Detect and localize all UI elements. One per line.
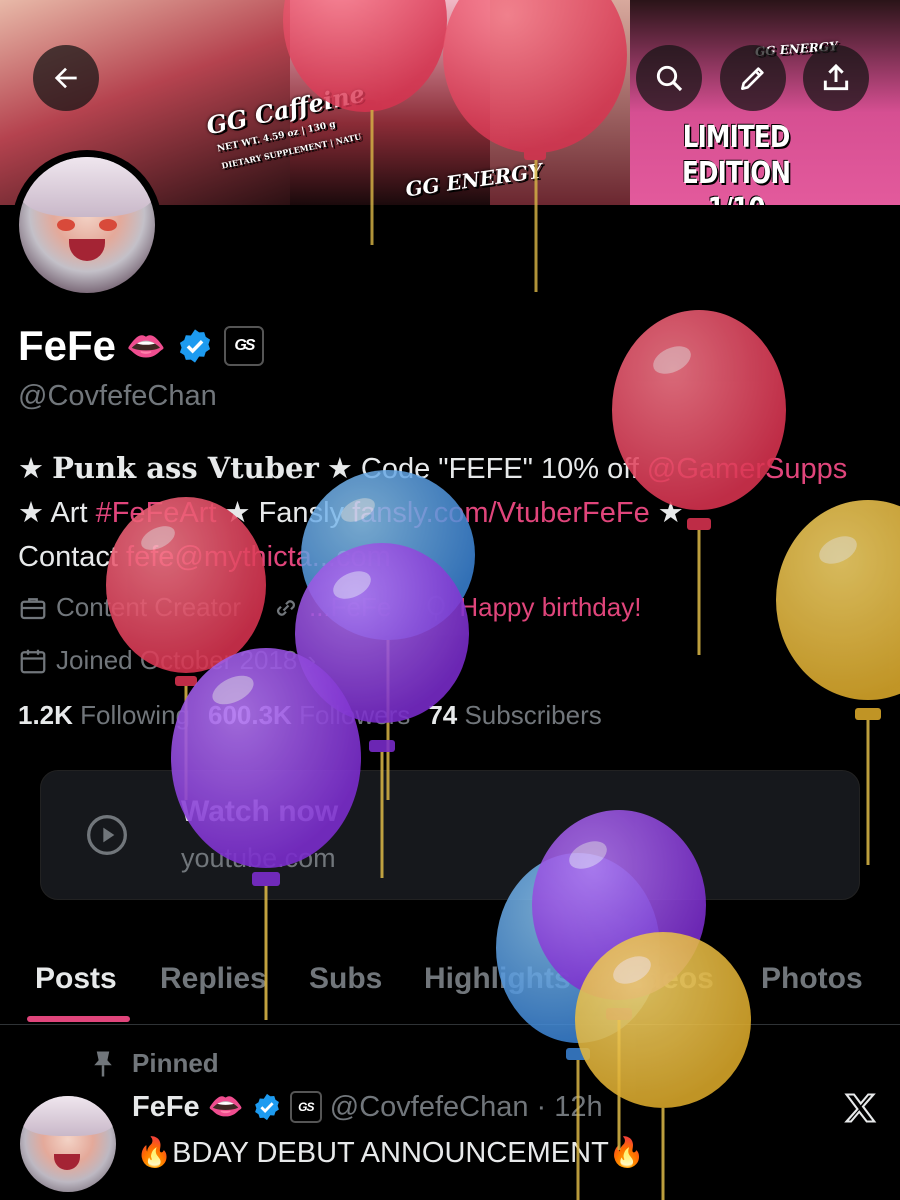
back-button[interactable] — [33, 45, 99, 111]
followers-count: 600.3K — [207, 700, 292, 730]
following-stat[interactable]: 1.2K Following — [18, 700, 190, 731]
bio-art-label: Art — [50, 497, 88, 529]
tab-highlights[interactable]: Highlights — [424, 962, 571, 996]
balloon-icon — [421, 593, 451, 623]
profile-website-link[interactable]: ...FeFe — [309, 592, 391, 623]
bio-star: ★ — [18, 497, 44, 529]
post-author-name[interactable]: FeFe — [132, 1091, 200, 1124]
avatar-eye-left — [57, 219, 75, 231]
profile-name: FeFe — [18, 322, 117, 369]
post-avatar[interactable] — [20, 1096, 116, 1192]
bio-contact-label: Contact — [18, 541, 118, 573]
tab-videos[interactable]: Videos — [616, 962, 714, 996]
watch-card-url: youtube.com — [181, 843, 336, 873]
banner-limited-line1: LIMITED EDITION — [682, 120, 791, 191]
post-avatar-mouth — [54, 1154, 80, 1170]
profile-meta-row: Content Creator ...FeFe Happy birthday! — [18, 592, 641, 623]
avatar-mouth — [69, 239, 105, 261]
post-affiliate-badge: GS — [289, 1091, 322, 1123]
profile-name-row: FeFe 👄 GS — [18, 318, 264, 374]
watch-now-card[interactable]: Watch now youtube.com — [40, 770, 860, 900]
watch-card-title: Watch now — [181, 795, 339, 828]
tab-posts[interactable]: Posts — [35, 962, 117, 996]
avatar-hair — [19, 157, 155, 217]
profile-joined-row: Joined October 2018 › — [18, 645, 316, 676]
followers-stat[interactable]: 600.3K Followers — [208, 700, 410, 731]
arrow-left-icon — [54, 67, 77, 89]
avatar-eye-right — [99, 219, 117, 231]
following-label: Following — [80, 700, 190, 730]
verified-badge-icon[interactable] — [176, 327, 214, 365]
following-count: 1.2K — [18, 700, 73, 730]
profile-bio: ★ Punk ass Vtuber ★ Code "FEFE" 10% off … — [18, 446, 898, 579]
pin-icon — [90, 1049, 116, 1079]
link-icon — [271, 593, 301, 623]
profile-birthday: Happy birthday! — [459, 592, 642, 622]
bio-gamersupps-link[interactable]: @GamerSupps — [647, 453, 847, 485]
bio-code-text: Code "FEFE" 10% off — [360, 453, 639, 485]
avatar-image — [19, 157, 155, 293]
banner-limited-line2: 1/10 CHANCES — [650, 192, 822, 205]
pinned-indicator: Pinned — [90, 1048, 219, 1079]
bio-star: ★ — [657, 497, 684, 529]
post-avatar-hair — [20, 1096, 116, 1136]
banner-limited-text: LIMITED EDITION 1/10 CHANCES — [650, 120, 822, 205]
active-tab-indicator — [27, 1016, 130, 1022]
subscribers-stat[interactable]: 74 Subscribers — [428, 700, 601, 731]
post-text[interactable]: 🔥BDAY DEBUT ANNOUNCEMENT🔥 — [136, 1136, 645, 1170]
search-icon — [656, 65, 683, 92]
profile-handle: @CovfefeChan — [18, 380, 217, 412]
tab-subs[interactable]: Subs — [309, 962, 382, 996]
profile-category: Content Creator — [56, 592, 241, 622]
bio-star: ★ — [18, 453, 44, 485]
profile-joined-date: Joined October 2018 — [56, 645, 298, 675]
tab-replies[interactable]: Replies — [160, 962, 267, 996]
subscribers-count: 74 — [428, 700, 458, 730]
bio-star: ★ — [326, 453, 353, 485]
subscribers-label: Subscribers — [464, 700, 602, 730]
profile-avatar[interactable] — [12, 150, 162, 300]
bio-contact-email[interactable]: fefe@mythicta...com — [126, 541, 391, 573]
followers-label: Followers — [299, 700, 411, 730]
profile-tabs: Posts Replies Subs Highlights Videos Pho… — [0, 950, 900, 1025]
chevron-right-icon[interactable]: › — [307, 645, 316, 676]
profile-stats: 1.2K Following 600.3K Followers 74 Subsc… — [18, 700, 602, 731]
bio-tagline: Punk ass Vtuber — [52, 451, 319, 485]
bio-art-hashtag[interactable]: #FeFeArt — [96, 497, 217, 529]
affiliate-badge[interactable]: GS — [223, 326, 264, 366]
post-header: FeFe 👄 GS @CovfefeChan · 12h — [132, 1090, 603, 1124]
tab-photos[interactable]: Photos — [761, 962, 863, 996]
search-button[interactable] — [636, 45, 702, 111]
bio-fansly-label: Fansly — [258, 497, 345, 529]
bio-star: ★ — [224, 497, 251, 529]
calendar-icon — [18, 646, 48, 676]
x-logo-icon — [844, 1093, 877, 1123]
lips-emoji: 👄 — [126, 328, 166, 364]
pinned-label: Pinned — [132, 1048, 219, 1078]
post-verified-icon — [252, 1092, 282, 1122]
share-icon — [823, 63, 849, 91]
share-button[interactable] — [803, 45, 869, 111]
bio-fansly-link[interactable]: fansly.com/VtuberFeFe — [352, 497, 650, 529]
post-time: · 12h — [536, 1090, 603, 1123]
post-lips-emoji: 👄 — [207, 1091, 244, 1123]
play-icon — [87, 815, 127, 855]
edit-button[interactable] — [720, 45, 786, 111]
briefcase-icon — [18, 593, 48, 623]
post-author-handle: @CovfefeChan — [329, 1090, 529, 1123]
pencil-icon — [741, 67, 764, 90]
